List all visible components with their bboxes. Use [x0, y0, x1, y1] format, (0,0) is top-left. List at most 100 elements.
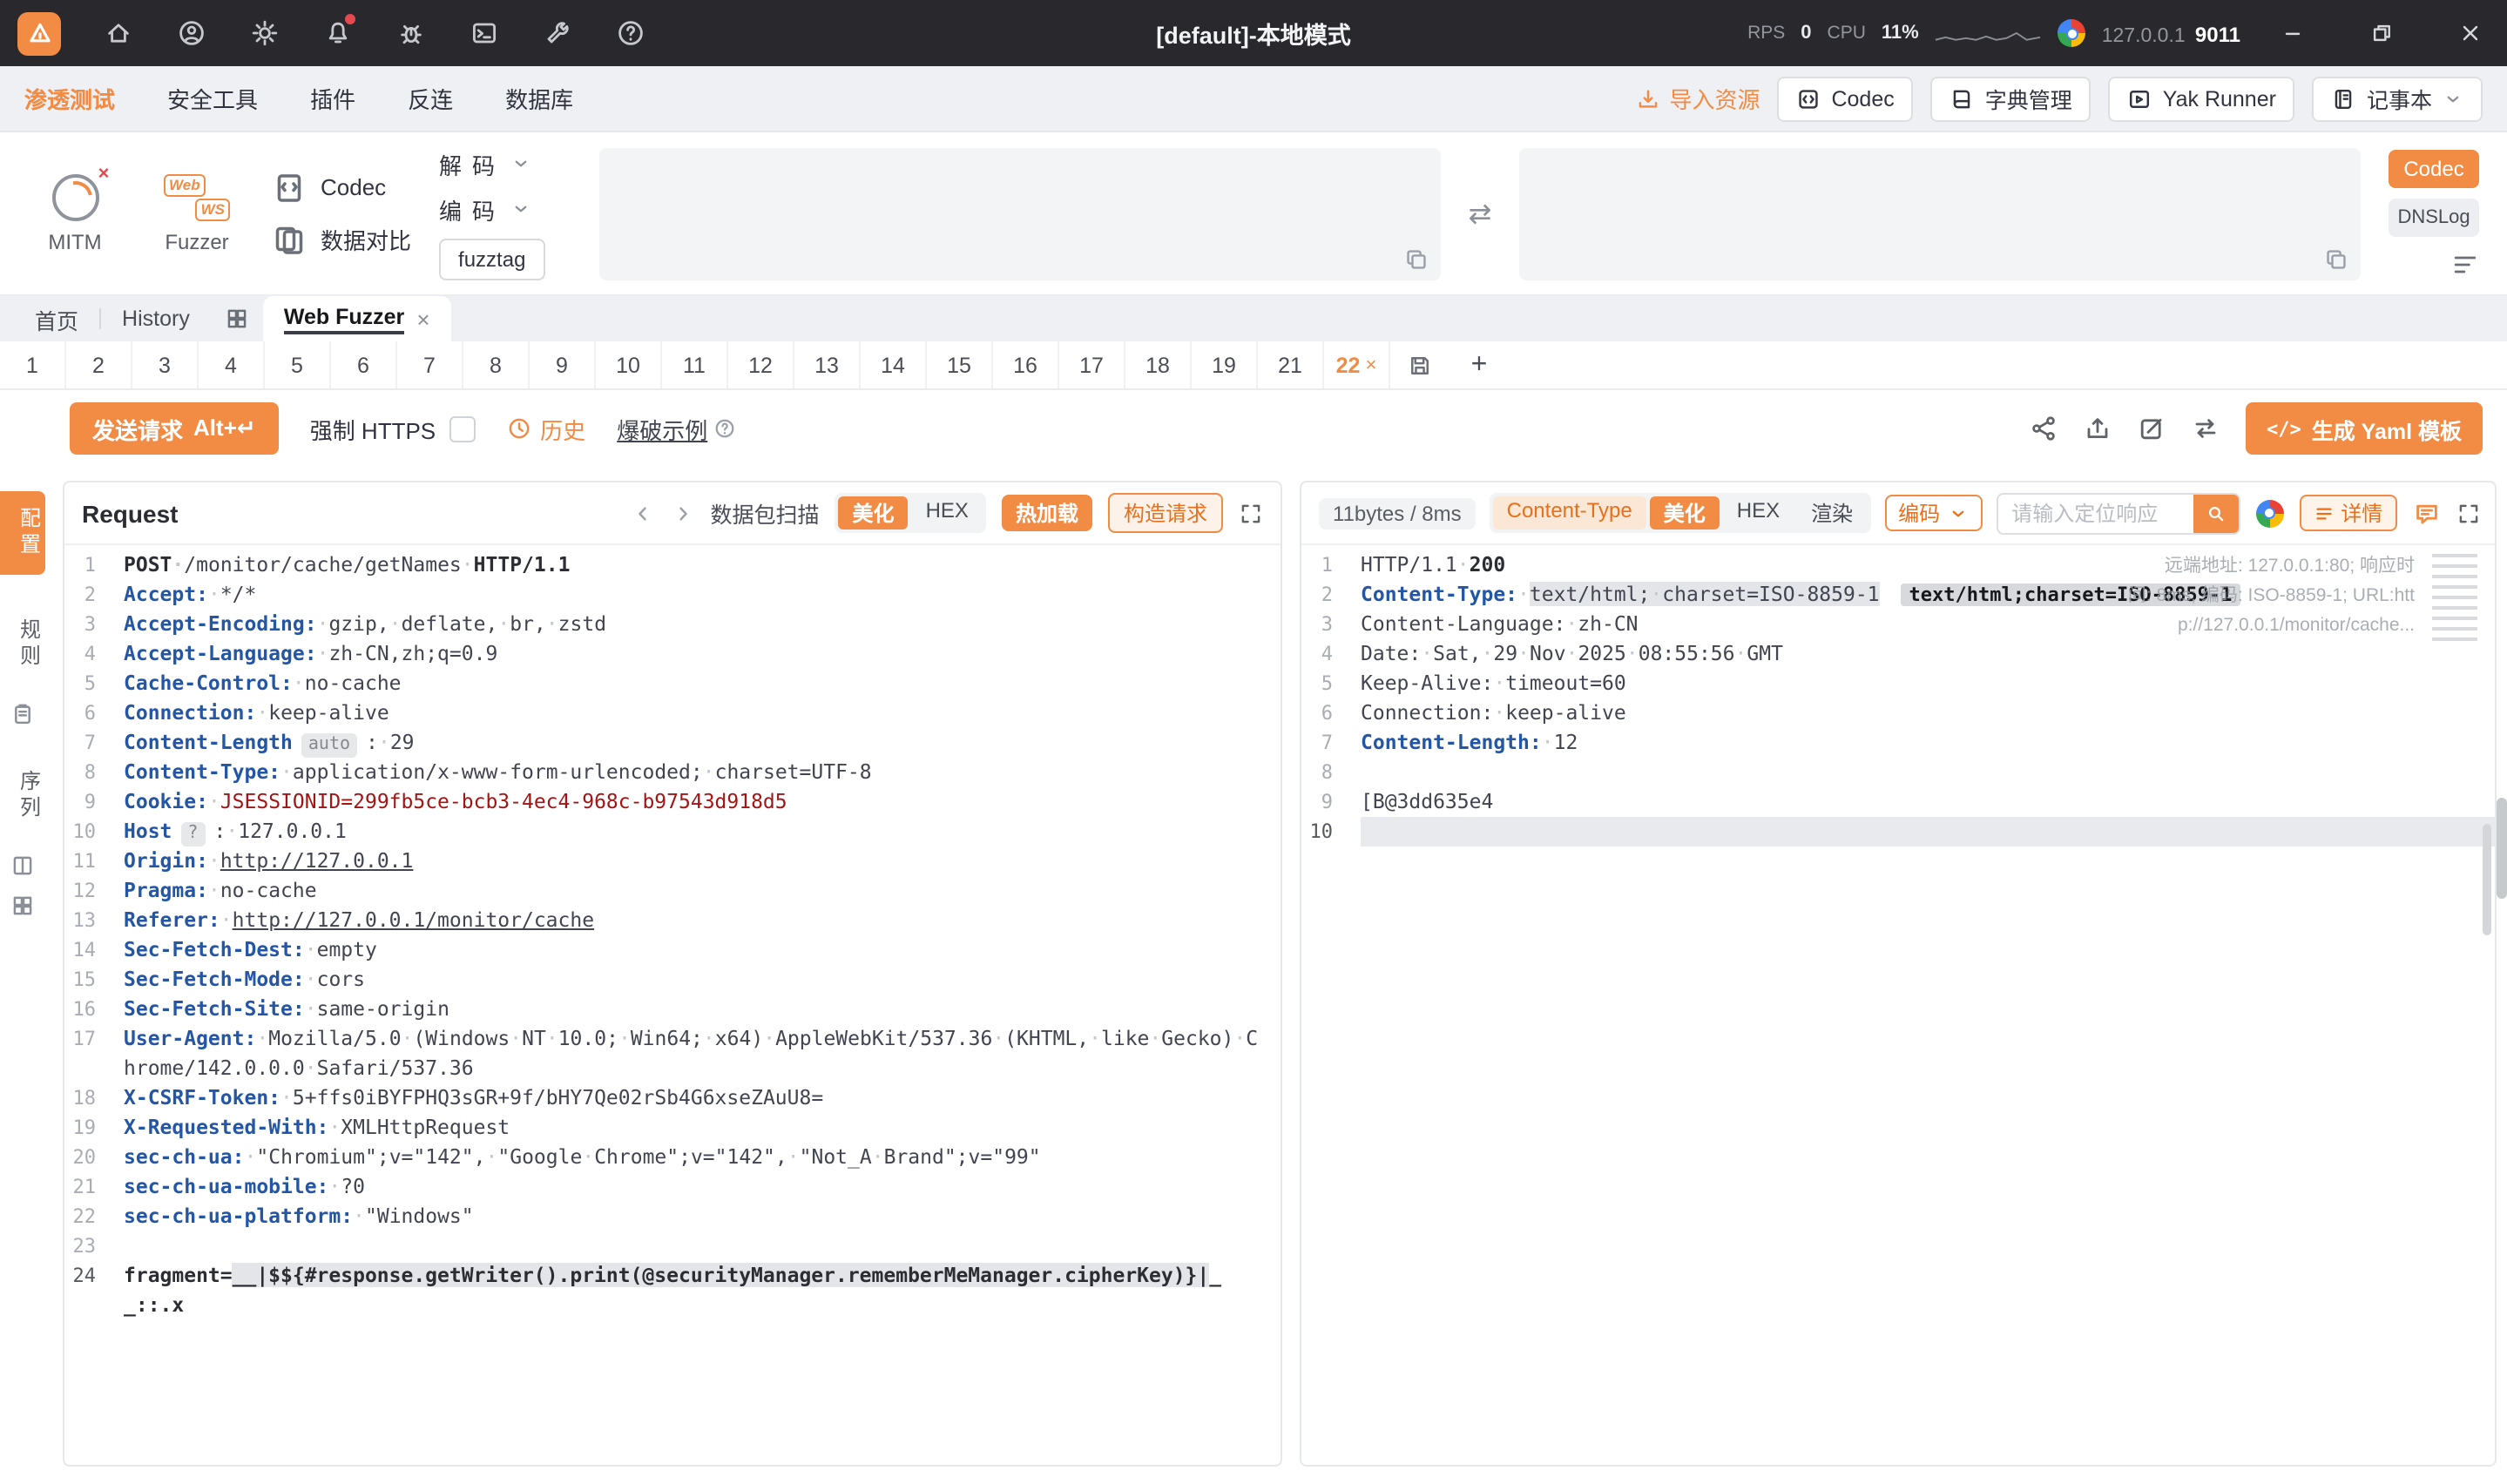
dictionary-manager-button[interactable]: 字典管理 — [1930, 76, 2091, 121]
export-icon[interactable] — [2084, 415, 2112, 442]
comment-icon[interactable] — [2412, 499, 2440, 527]
add-fuzzer-tab-button[interactable]: + — [1449, 341, 1509, 388]
help-icon[interactable] — [612, 14, 650, 52]
response-editor[interactable]: 1 HTTP/1.1·200 2 Content-Type:·text/html;·c… — [1301, 545, 2495, 1465]
blasting-example-link[interactable]: 爆破示例 — [617, 412, 735, 445]
fuzzer-tab-3[interactable]: 3 — [132, 341, 199, 388]
menu-security-tools[interactable]: 安全工具 — [167, 82, 258, 115]
codec-input-textarea[interactable] — [599, 147, 1441, 280]
encoding-dropdown[interactable]: 编码 — [1884, 495, 1983, 531]
search-button[interactable] — [2193, 494, 2239, 532]
notepad-button[interactable]: 记事本 — [2312, 76, 2483, 121]
sidebar-tab-rules[interactable]: 规则 — [0, 603, 45, 686]
hotload-button[interactable]: 热加载 — [1001, 495, 1092, 531]
render-toggle[interactable]: 渲染 — [1797, 496, 1867, 530]
swap-panels-icon[interactable] — [2192, 415, 2220, 442]
fuzzer-tab-5[interactable]: 5 — [265, 341, 331, 388]
open-in-browser-icon[interactable] — [2255, 499, 2284, 527]
fuzzer-tab-11[interactable]: 11 — [662, 341, 728, 388]
settings-gear-icon[interactable] — [246, 14, 284, 52]
fuzzer-shortcut[interactable]: Web WS Fuzzer — [150, 173, 244, 253]
fuzzer-tab-13[interactable]: 13 — [794, 341, 861, 388]
fuzzer-tab-7[interactable]: 7 — [397, 341, 463, 388]
prev-packet-icon[interactable] — [631, 501, 655, 525]
scrollbar-thumb[interactable] — [2483, 824, 2491, 935]
close-tab-icon[interactable]: × — [416, 306, 429, 332]
notifications-bell-icon[interactable] — [319, 14, 357, 52]
fullscreen-icon[interactable] — [1239, 501, 1263, 525]
maximize-button[interactable] — [2345, 0, 2418, 66]
close-button[interactable] — [2434, 0, 2507, 66]
menu-database[interactable]: 数据库 — [505, 82, 573, 115]
sidebar-tab-sequence[interactable]: 序列 — [0, 754, 45, 838]
clipboard-icon[interactable] — [10, 702, 35, 726]
fuzzer-tab-9[interactable]: 9 — [530, 341, 596, 388]
fuzzer-tab-14[interactable]: 14 — [861, 341, 927, 388]
send-request-button[interactable]: 发送请求 Alt+↵ — [70, 402, 279, 455]
fuzzer-tab-19[interactable]: 19 — [1192, 341, 1258, 388]
decode-dropdown[interactable]: 解码 — [439, 147, 531, 180]
request-editor[interactable]: 1 POST·/monitor/cache/getNames·HTTP/1.1 2 A… — [64, 545, 1281, 1465]
menu-reverse-connection[interactable]: 反连 — [408, 82, 453, 115]
tab-grid-icon[interactable] — [211, 296, 263, 341]
force-https-checkbox[interactable] — [449, 415, 476, 442]
fuzzer-tab-15[interactable]: 15 — [927, 341, 993, 388]
fuzzer-tab-1[interactable]: 1 — [0, 341, 66, 388]
menu-plugins[interactable]: 插件 — [310, 82, 355, 115]
swap-io-icon[interactable]: ⇄ — [1469, 197, 1492, 230]
fuzzer-tab-18[interactable]: 18 — [1125, 341, 1192, 388]
terminal-icon[interactable] — [465, 14, 503, 52]
packet-scan-button[interactable]: 数据包扫描 — [711, 496, 820, 530]
user-avatar-icon[interactable] — [172, 14, 211, 52]
fuzzer-tab-10[interactable]: 10 — [596, 341, 662, 388]
import-resource-link[interactable]: 导入资源 — [1636, 82, 1760, 115]
sort-lines-icon[interactable] — [2451, 250, 2479, 278]
fuzzer-tab-22[interactable]: 22 × — [1324, 341, 1390, 388]
history-button[interactable]: 历史 — [507, 412, 585, 445]
columns-icon[interactable] — [10, 853, 35, 878]
codec-tool-button[interactable]: Codec — [1777, 76, 1914, 121]
sidebar-tab-config[interactable]: 配置 — [0, 491, 45, 575]
menu-penetration-test[interactable]: 渗透测试 — [24, 82, 115, 115]
fuzzer-tab-2[interactable]: 2 — [66, 341, 132, 388]
minimize-button[interactable] — [2256, 0, 2329, 66]
yakit-logo[interactable] — [17, 11, 61, 55]
content-type-tag[interactable]: Content-Type — [1492, 496, 1646, 530]
beautify-toggle[interactable]: 美化 — [1649, 496, 1720, 530]
copy-icon[interactable] — [2324, 246, 2348, 271]
engine-status-icon[interactable] — [2058, 19, 2086, 47]
beautify-toggle[interactable]: 美化 — [838, 496, 909, 530]
yak-runner-button[interactable]: Yak Runner — [2108, 76, 2295, 121]
dnslog-mode-button[interactable]: DNSLog — [2389, 198, 2480, 236]
data-compare-shortcut[interactable]: 数据对比 — [272, 222, 411, 257]
window-scrollbar-thumb[interactable] — [2497, 798, 2507, 899]
tab-home[interactable]: 首页 — [14, 296, 99, 341]
debug-bug-icon[interactable] — [392, 14, 430, 52]
next-packet-icon[interactable] — [671, 501, 695, 525]
tab-history[interactable]: History — [101, 296, 211, 341]
tools-wrench-icon[interactable] — [538, 14, 577, 52]
panel-splitter[interactable] — [1282, 481, 1300, 1467]
fuzzer-tab-4[interactable]: 4 — [199, 341, 265, 388]
encode-dropdown[interactable]: 编码 — [439, 192, 531, 226]
fuzzer-tab-6[interactable]: 6 — [331, 341, 397, 388]
home-icon[interactable] — [99, 14, 138, 52]
fullscreen-icon[interactable] — [2456, 501, 2480, 525]
fuzzer-tab-17[interactable]: 17 — [1059, 341, 1125, 388]
fuzzer-tab-21[interactable]: 21 — [1258, 341, 1324, 388]
hex-toggle[interactable]: HEX — [1723, 496, 1794, 530]
codec-mode-button[interactable]: Codec — [2389, 149, 2480, 187]
layout-grid-icon[interactable] — [10, 894, 35, 918]
edit-icon[interactable] — [2138, 415, 2166, 442]
codec-output-textarea[interactable] — [1519, 147, 2362, 280]
construct-request-button[interactable]: 构造请求 — [1107, 493, 1223, 533]
fuzzer-tab-16[interactable]: 16 — [993, 341, 1059, 388]
fuzzer-tab-8[interactable]: 8 — [463, 341, 530, 388]
fuzzer-tab-12[interactable]: 12 — [728, 341, 794, 388]
tab-web-fuzzer[interactable]: Web Fuzzer × — [262, 296, 451, 341]
copy-icon[interactable] — [1404, 246, 1429, 271]
search-response-input[interactable] — [1997, 494, 2193, 532]
save-group-icon[interactable] — [1390, 341, 1449, 388]
close-fuzzer-tab-icon[interactable]: × — [1365, 354, 1376, 375]
hex-toggle[interactable]: HEX — [912, 496, 983, 530]
